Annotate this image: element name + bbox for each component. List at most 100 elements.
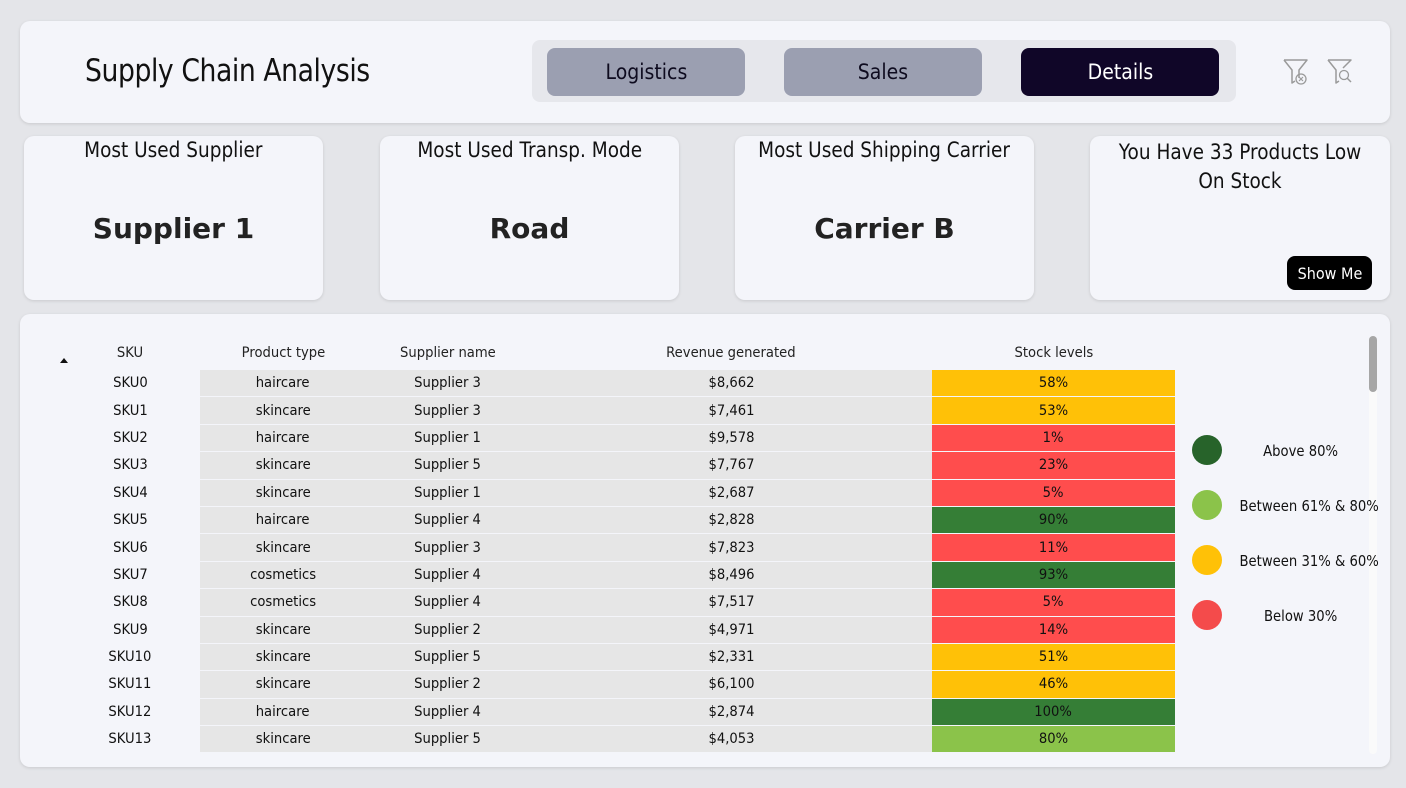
cell-product-type: haircare xyxy=(200,424,366,453)
card-label: You Have 33 Products Low On Stock xyxy=(1118,140,1362,193)
cell-product-type: skincare xyxy=(200,452,366,480)
scrollbar-thumb[interactable] xyxy=(1369,336,1377,392)
card-value: Supplier 1 xyxy=(92,212,255,245)
legend-item: Between 61% & 80% xyxy=(1192,489,1379,521)
table-body: SKU0 haircare Supplier 3 $8,662 58% SKU1 skinc… xyxy=(60,370,1175,754)
cell-product-type: haircare xyxy=(200,370,366,398)
search-filters-icon[interactable] xyxy=(1326,57,1354,87)
cell-product-type: skincare xyxy=(200,726,366,754)
legend-item: Below 30% xyxy=(1192,599,1372,631)
table-row[interactable]: SKU0 haircare Supplier 3 $8,662 58% xyxy=(60,370,1175,398)
legend-swatch xyxy=(1192,545,1222,575)
cell-stock-level: 58% xyxy=(932,370,1175,398)
cell-supplier-name: Supplier 2 xyxy=(366,671,530,699)
cell-product-type: skincare xyxy=(200,479,366,507)
legend-swatch xyxy=(1192,490,1222,520)
table-row[interactable]: SKU13 skincare Supplier 5 $4,053 80% xyxy=(60,726,1175,754)
cell-sku: SKU5 xyxy=(60,507,200,535)
table-row[interactable]: SKU12 haircare Supplier 4 $2,874 100% xyxy=(60,698,1175,727)
cell-stock-level: 11% xyxy=(932,534,1175,562)
table-row[interactable]: SKU3 skincare Supplier 5 $7,767 23% xyxy=(60,452,1175,480)
card-label: Most Used Supplier xyxy=(84,138,263,162)
most-used-carrier-card: Most Used Shipping Carrier Carrier B xyxy=(735,136,1034,300)
cell-sku: SKU3 xyxy=(60,452,200,480)
table-row[interactable]: SKU7 cosmetics Supplier 4 $8,496 93% xyxy=(60,561,1175,590)
legend-item: Between 31% & 60% xyxy=(1192,544,1379,576)
cell-revenue: $9,578 xyxy=(530,424,932,453)
cell-stock-level: 5% xyxy=(932,589,1175,617)
cell-revenue: $2,874 xyxy=(530,698,932,727)
cell-stock-level: 14% xyxy=(932,616,1175,644)
legend-label: Between 61% & 80% xyxy=(1239,497,1379,515)
cell-sku: SKU10 xyxy=(60,644,200,672)
table-row[interactable]: SKU1 skincare Supplier 3 $7,461 53% xyxy=(60,397,1175,425)
cell-product-type: haircare xyxy=(200,506,366,535)
column-header-sku[interactable]: SKU xyxy=(60,336,200,370)
cell-revenue: $7,823 xyxy=(530,534,932,562)
page-navigator: Logistics Sales Details xyxy=(532,40,1236,102)
nav-logistics-button[interactable]: Logistics xyxy=(547,48,745,96)
show-me-label: Show Me xyxy=(1297,263,1362,283)
table-row[interactable]: SKU11 skincare Supplier 2 $6,100 46% xyxy=(60,671,1175,699)
most-used-supplier-card: Most Used Supplier Supplier 1 xyxy=(24,136,323,300)
cell-supplier-name: Supplier 3 xyxy=(366,534,530,562)
cell-product-type: skincare xyxy=(200,616,366,644)
legend-label: Below 30% xyxy=(1264,607,1338,625)
cell-stock-level: 5% xyxy=(932,479,1175,507)
cell-sku: SKU11 xyxy=(60,671,200,699)
legend-label: Between 31% & 60% xyxy=(1239,552,1379,570)
cell-sku: SKU7 xyxy=(60,562,200,590)
table-row[interactable]: SKU9 skincare Supplier 2 $4,971 14% xyxy=(60,616,1175,644)
cell-product-type: cosmetics xyxy=(200,561,366,590)
cell-supplier-name: Supplier 4 xyxy=(366,561,530,590)
column-header-supplier-name[interactable]: Supplier name xyxy=(366,336,530,370)
cell-supplier-name: Supplier 5 xyxy=(366,643,530,672)
cell-supplier-name: Supplier 5 xyxy=(366,726,530,754)
cell-sku: SKU9 xyxy=(60,617,200,644)
table-row[interactable]: SKU2 haircare Supplier 1 $9,578 1% xyxy=(60,424,1175,453)
cell-stock-level: 100% xyxy=(932,698,1175,727)
card-value: Road xyxy=(489,212,570,245)
table-row[interactable]: SKU10 skincare Supplier 5 $2,331 51% xyxy=(60,643,1175,672)
table-row[interactable]: SKU4 skincare Supplier 1 $2,687 5% xyxy=(60,479,1175,507)
cell-sku: SKU6 xyxy=(60,534,200,562)
cell-revenue: $8,662 xyxy=(530,370,932,398)
column-header-product-type[interactable]: Product type xyxy=(200,336,366,370)
cell-product-type: haircare xyxy=(200,698,366,727)
table-row[interactable]: SKU8 cosmetics Supplier 4 $7,517 5% xyxy=(60,589,1175,617)
card-value: Carrier B xyxy=(814,212,955,245)
details-table: SKU Product type Supplier name Revenue g… xyxy=(60,336,1175,754)
clear-filters-icon[interactable] xyxy=(1282,57,1310,87)
nav-details-button[interactable]: Details xyxy=(1021,48,1219,96)
page-title: Supply Chain Analysis xyxy=(85,53,370,89)
cell-stock-level: 51% xyxy=(932,643,1175,672)
cell-product-type: skincare xyxy=(200,534,366,562)
cell-sku: SKU2 xyxy=(60,425,200,453)
cell-supplier-name: Supplier 4 xyxy=(366,698,530,727)
cell-stock-level: 46% xyxy=(932,671,1175,699)
nav-sales-button[interactable]: Sales xyxy=(784,48,982,96)
legend-swatch xyxy=(1192,600,1222,630)
nav-logistics-label: Logistics xyxy=(605,60,687,84)
cell-stock-level: 93% xyxy=(932,561,1175,590)
cell-revenue: $7,517 xyxy=(530,589,932,617)
details-table-panel: SKU Product type Supplier name Revenue g… xyxy=(20,314,1390,767)
cell-supplier-name: Supplier 3 xyxy=(366,397,530,425)
cell-supplier-name: Supplier 5 xyxy=(366,452,530,480)
cell-stock-level: 90% xyxy=(932,506,1175,535)
header-bar: Supply Chain Analysis Logistics Sales De… xyxy=(20,21,1390,123)
legend-swatch xyxy=(1192,435,1222,465)
cell-revenue: $2,828 xyxy=(530,506,932,535)
column-header-revenue[interactable]: Revenue generated xyxy=(530,336,932,370)
table-row[interactable]: SKU6 skincare Supplier 3 $7,823 11% xyxy=(60,534,1175,562)
table-row[interactable]: SKU5 haircare Supplier 4 $2,828 90% xyxy=(60,506,1175,535)
cell-sku: SKU1 xyxy=(60,397,200,425)
most-used-transport-card: Most Used Transp. Mode Road xyxy=(380,136,679,300)
cell-supplier-name: Supplier 1 xyxy=(366,479,530,507)
show-me-button[interactable]: Show Me xyxy=(1287,256,1372,290)
cell-revenue: $7,767 xyxy=(530,452,932,480)
cell-sku: SKU13 xyxy=(60,726,200,754)
column-header-stock-levels[interactable]: Stock levels xyxy=(932,336,1175,370)
legend-item: Above 80% xyxy=(1192,434,1372,466)
cell-stock-level: 53% xyxy=(932,397,1175,425)
